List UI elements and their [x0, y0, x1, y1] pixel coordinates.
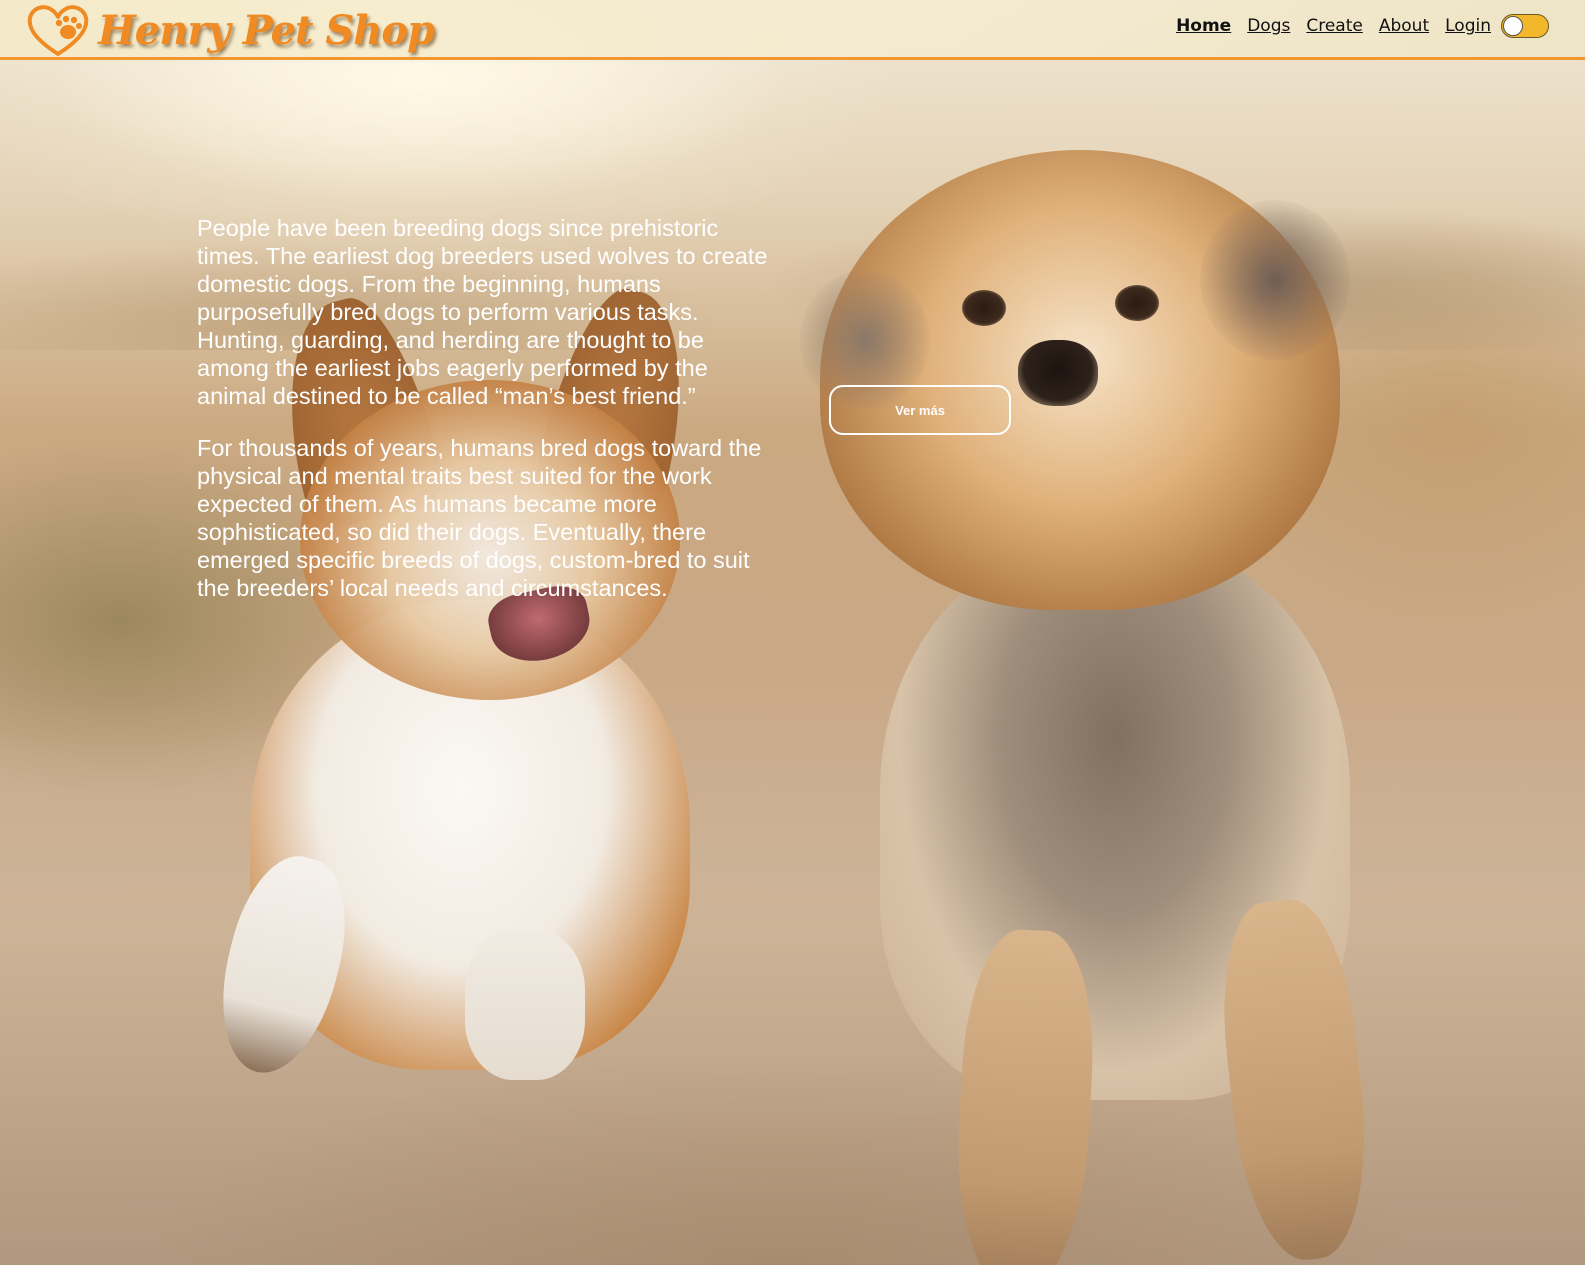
nav-link-dogs[interactable]: Dogs	[1247, 16, 1290, 36]
nav-link-about[interactable]: About	[1379, 16, 1429, 36]
top-navbar: Henry Pet Shop Home Dogs Create About Lo…	[0, 0, 1585, 60]
sunlight-haze	[0, 0, 1585, 1265]
hero-background-image	[0, 0, 1585, 1265]
ver-mas-button[interactable]: Ver más	[829, 385, 1011, 435]
heart-paw-icon	[27, 5, 89, 56]
intro-text: People have been breeding dogs since pre…	[197, 214, 772, 626]
intro-paragraph: People have been breeding dogs since pre…	[197, 215, 768, 409]
brand[interactable]: Henry Pet Shop	[26, 2, 435, 58]
theme-toggle[interactable]	[1501, 14, 1549, 38]
nav-link-login[interactable]: Login	[1445, 16, 1491, 36]
nav-link-create[interactable]: Create	[1306, 16, 1363, 36]
brand-name: Henry Pet Shop	[98, 6, 435, 54]
nav-links: Home Dogs Create About Login	[1176, 14, 1549, 38]
nav-link-home[interactable]: Home	[1176, 16, 1231, 36]
toggle-knob	[1503, 16, 1523, 36]
intro-paragraph: For thousands of years, humans bred dogs…	[197, 435, 762, 601]
